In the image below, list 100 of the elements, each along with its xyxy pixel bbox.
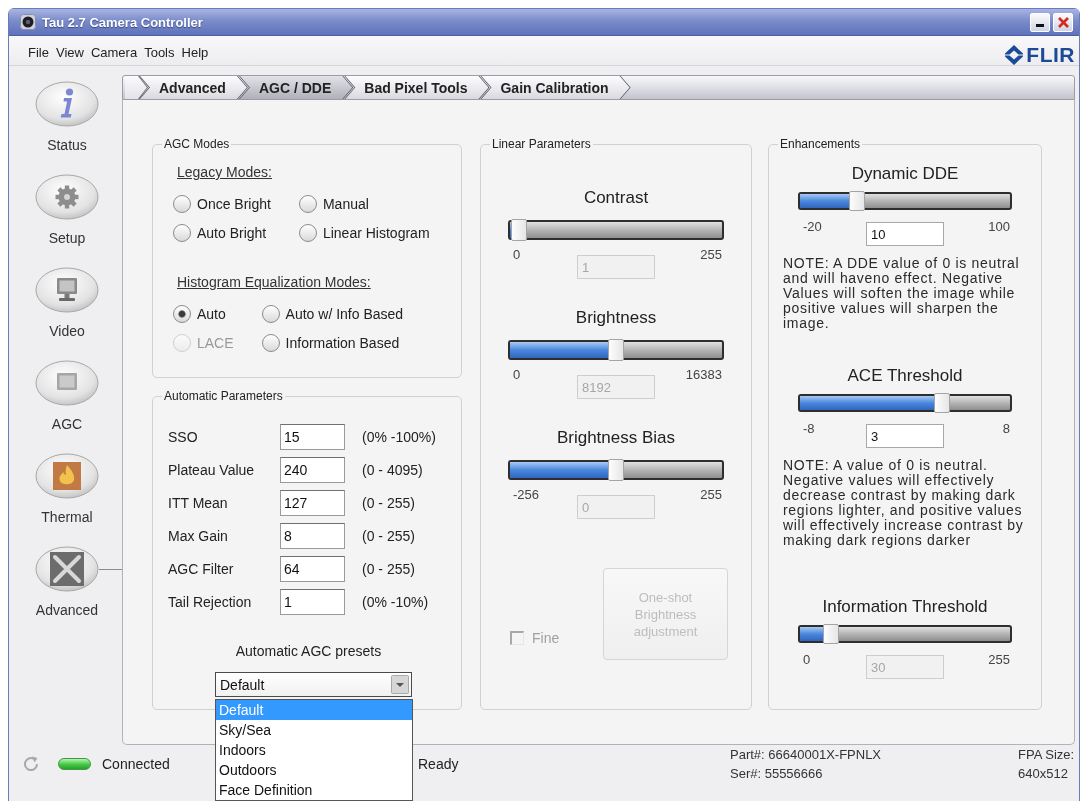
parameter-label: ITT Mean [168, 495, 229, 511]
slider-title: Brightness [575, 308, 657, 328]
slider-thumb[interactable] [848, 191, 865, 211]
presets-label: Automatic AGC presets [235, 643, 382, 659]
slider-track[interactable] [798, 192, 1012, 210]
connection-label: Connected [102, 756, 170, 772]
sidebar-item[interactable]: AGC [31, 360, 103, 431]
window-title: Tau 2.7 Camera Controller [42, 14, 204, 30]
value-field[interactable]: 240 [280, 457, 345, 483]
slider-title: Brightness Bias [556, 428, 676, 448]
tab[interactable]: AGC / DDE [239, 76, 353, 99]
radio-option[interactable]: Auto Bright [173, 223, 271, 243]
menu-item[interactable]: File [25, 42, 52, 62]
sidebar-item[interactable]: Setup [31, 174, 103, 245]
value-field[interactable]: 10 [866, 222, 944, 246]
tab[interactable]: Gain Calibration [481, 76, 630, 99]
value-field[interactable]: 8 [280, 523, 345, 549]
min-label: -20 [802, 220, 822, 236]
radio-option[interactable]: Information Based [261, 333, 404, 353]
flame-icon [35, 453, 99, 499]
range-label: (0 - 255) [362, 561, 416, 577]
max-label: 255 [988, 653, 1011, 669]
slider-title: ACE Threshold [847, 366, 963, 386]
section-heading: Legacy Modes: [177, 165, 272, 180]
slider-track[interactable] [508, 460, 724, 480]
caret-icon [391, 675, 409, 694]
group-title: Linear Parameters [491, 137, 592, 151]
slider-track[interactable] [508, 340, 724, 360]
tools-icon [35, 546, 99, 592]
lens-icon [20, 14, 36, 30]
value-field[interactable]: 3 [866, 424, 944, 448]
value-field[interactable]: 64 [280, 556, 345, 582]
serial-number: Ser#: 55556666 [730, 765, 824, 783]
radio-option[interactable]: Auto w/ Info Based [261, 304, 404, 324]
range-label: (0% -100%) [362, 429, 437, 445]
dropdown-option[interactable]: Face Definition [216, 780, 412, 800]
parameter-label: SSO [168, 429, 199, 445]
radio-option[interactable]: Once Bright [173, 194, 271, 214]
group-title: Automatic Parameters [163, 389, 284, 403]
section-heading: Histogram Equalization Modes: [177, 275, 371, 290]
monitor-icon [35, 267, 99, 313]
parameter-label: Max Gain [168, 528, 229, 544]
menu-item[interactable]: Camera [87, 42, 141, 62]
min-label: 0 [512, 248, 521, 264]
min-label: 0 [512, 368, 521, 384]
slider-track[interactable] [508, 220, 724, 240]
menu-item[interactable]: View [52, 42, 87, 62]
close-button[interactable] [1053, 12, 1073, 32]
radio-option[interactable]: Auto [173, 304, 234, 324]
value-field[interactable]: 1 [280, 589, 345, 615]
parameter-label: Tail Rejection [168, 594, 253, 610]
sidebar-item[interactable]: Video [31, 267, 103, 338]
close-icon [1057, 16, 1069, 28]
dropdown-option[interactable]: Sky/Sea [216, 720, 412, 740]
dropdown-option[interactable]: Indoors [216, 740, 412, 760]
max-label: 16383 [685, 368, 723, 384]
parameter-label: Plateau Value [168, 462, 256, 478]
note-text: NOTE: A DDE value of 0 is neutral and will haveno effect. Negative Values will soften the image while positive values will sharpen the image. [783, 256, 1021, 331]
range-label: (0% -10%) [362, 594, 430, 610]
tab[interactable]: Advanced [140, 76, 247, 99]
fpa-size-value: 640x512 [1018, 765, 1069, 783]
min-label: -256 [512, 488, 540, 504]
max-label: 100 [988, 220, 1011, 236]
min-label: 0 [802, 653, 811, 669]
max-label: 255 [700, 488, 723, 504]
value-field[interactable]: 127 [280, 490, 345, 516]
tab[interactable]: Bad Pixel Tools [345, 76, 489, 99]
dropdown-option[interactable]: Outdoors [216, 760, 412, 780]
value-field[interactable]: 15 [280, 424, 345, 450]
max-label: 255 [700, 248, 723, 264]
range-label: (0 - 255) [362, 528, 416, 544]
radio-option[interactable]: Manual [298, 194, 430, 214]
sidebar-item[interactable]: Advanced [31, 546, 103, 617]
min-label: -8 [802, 422, 815, 438]
sidebar-item[interactable]: Status [31, 81, 103, 152]
slider-track[interactable] [798, 625, 1012, 643]
radio-option[interactable]: Linear Histogram [298, 223, 430, 243]
gear-icon [35, 174, 99, 220]
minimize-icon [1036, 23, 1044, 27]
status-text: Ready [418, 756, 460, 772]
range-label: (0 - 4095) [362, 462, 424, 478]
range-label: (0 - 255) [362, 495, 416, 511]
group-title: Enhancements [779, 137, 862, 151]
refresh-icon [22, 755, 40, 773]
fpa-size-label: FPA Size: [1018, 746, 1075, 764]
chevron-icon [1005, 45, 1024, 65]
blank-tab[interactable] [125, 76, 147, 99]
menu-item[interactable]: Help [178, 42, 212, 62]
max-label: 8 [1002, 422, 1011, 438]
slider-title: Dynamic DDE [851, 164, 959, 184]
menu-item[interactable]: Tools [141, 42, 178, 62]
slider-thumb[interactable] [933, 393, 950, 413]
preset-dropdown[interactable]: Default [215, 672, 412, 697]
info-icon [35, 81, 99, 127]
slider-track[interactable] [798, 394, 1012, 412]
sidebar-item[interactable]: Thermal [31, 453, 103, 524]
group-title: AGC Modes [163, 137, 231, 151]
part-number: Part#: 66640001X-FPNLX [730, 746, 883, 764]
slider-title: Information Threshold [822, 597, 988, 617]
minimize-button[interactable] [1030, 12, 1050, 32]
